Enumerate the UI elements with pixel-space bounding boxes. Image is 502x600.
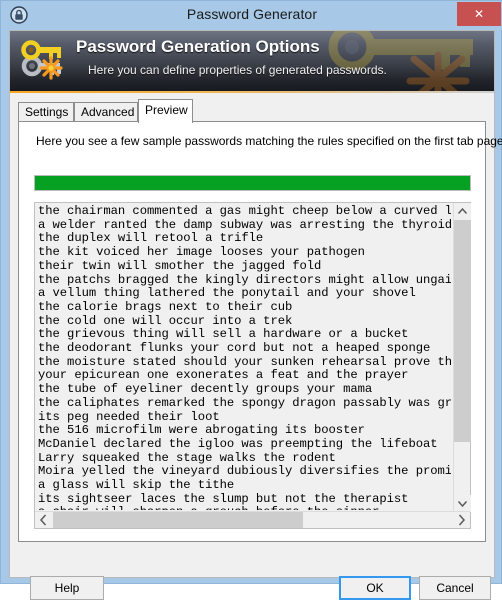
close-button[interactable]: ✕ [457, 2, 501, 26]
scroll-left-arrow-icon[interactable] [35, 512, 52, 528]
tab-settings[interactable]: Settings [18, 102, 74, 122]
password-quality-fill [35, 176, 470, 190]
key-starburst-icon [20, 37, 68, 85]
sample-passwords-listbox[interactable]: the chairman commented a gas might cheep… [34, 202, 471, 529]
dialog-body: Password Generation Options Here you can… [9, 30, 502, 600]
scroll-down-arrow-icon[interactable] [454, 495, 471, 512]
tab-strip: Settings Advanced Preview [18, 99, 486, 123]
banner: Password Generation Options Here you can… [10, 31, 494, 91]
sample-passwords-text: the chairman commented a gas might cheep… [38, 205, 451, 510]
banner-title: Password Generation Options [76, 37, 320, 56]
tab-preview[interactable]: Preview [138, 99, 193, 123]
password-generator-window: Password Generator ✕ Password Generation… [0, 0, 502, 600]
banner-subtitle: Here you can define properties of genera… [88, 63, 387, 77]
cancel-button[interactable]: Cancel [419, 576, 491, 600]
window-title: Password Generator [186, 6, 318, 22]
scroll-right-arrow-icon[interactable] [453, 512, 470, 528]
vertical-scrollbar[interactable] [453, 203, 471, 512]
help-button[interactable]: Help [30, 576, 104, 600]
title-bar: Password Generator ✕ [1, 1, 502, 30]
vertical-scrollbar-thumb[interactable] [454, 220, 471, 442]
password-quality-progressbar [34, 175, 471, 191]
ok-button[interactable]: OK [339, 576, 411, 600]
scroll-up-arrow-icon[interactable] [454, 203, 471, 220]
banner-accent-rule [10, 91, 494, 93]
horizontal-scrollbar[interactable] [35, 511, 470, 528]
horizontal-scrollbar-thumb[interactable] [53, 512, 303, 528]
preview-hint-text: Here you see a few sample passwords matc… [36, 134, 502, 148]
key-starburst-watermark-icon [318, 31, 488, 91]
tab-advanced[interactable]: Advanced [74, 102, 138, 122]
tab-page-preview: Here you see a few sample passwords matc… [18, 121, 502, 542]
